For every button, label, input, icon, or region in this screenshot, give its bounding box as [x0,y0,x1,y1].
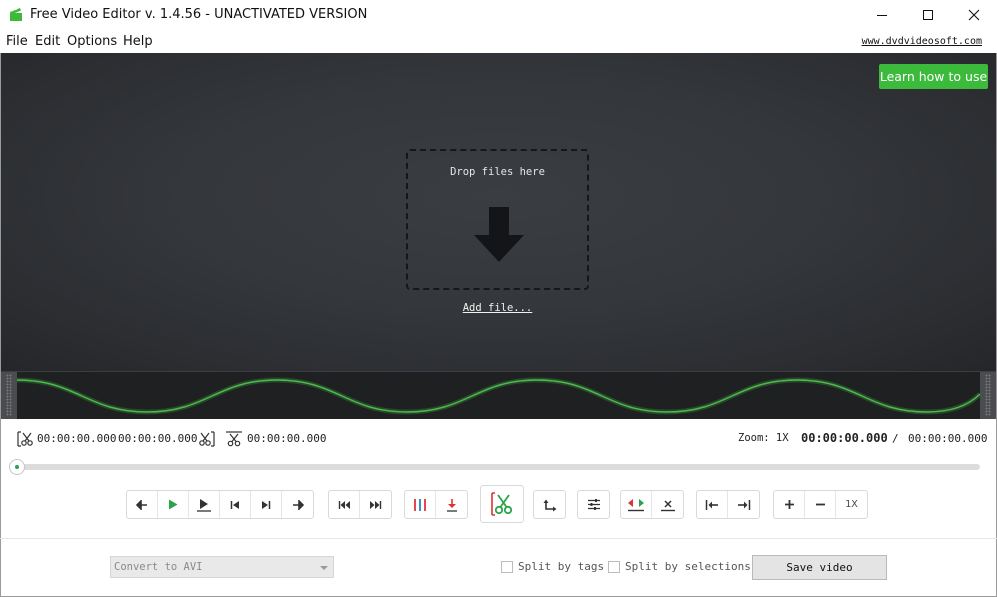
menu-help[interactable]: Help [123,34,153,49]
format-select[interactable]: Convert to AVI [110,556,334,578]
download-icon [446,498,457,512]
marker-controls [404,490,468,519]
zoom-in-button[interactable] [774,491,805,518]
minus-icon [815,503,825,506]
cut-length-icon [226,431,242,447]
zoom-reset-button[interactable]: 1X [836,491,867,518]
split-by-selections-option[interactable]: Split by selections [608,560,751,573]
menu-options[interactable]: Options [67,34,117,49]
play-selection-button[interactable] [189,491,220,518]
adjust-control [577,490,610,519]
play-selection-icon [197,498,211,512]
close-icon [968,9,980,21]
zoom-controls: 1X [773,490,868,519]
audio-controls [620,490,684,519]
close-button[interactable] [951,0,997,30]
timeline-slider-track[interactable] [16,464,980,470]
maximize-button[interactable] [905,0,951,30]
waveform-left-handle[interactable] [1,372,17,419]
download-marker-button[interactable] [436,491,467,518]
timeline-slider-thumb[interactable] [9,459,25,475]
go-to-end-button[interactable] [360,491,391,518]
time-separator: / [892,432,899,445]
time-row: 00:00:00.000 00:00:00.000 00:00:00.000 Z… [0,428,997,450]
window-title: Free Video Editor v. 1.4.56 - UNACTIVATE… [30,7,368,22]
trim-controls [696,490,760,519]
arrow-right-icon [292,499,304,510]
play-button[interactable] [158,491,189,518]
sliders-icon [587,499,600,510]
waveform-right-handle[interactable] [980,372,996,419]
step-forward-button[interactable] [282,491,313,518]
clapperboard-icon [10,8,22,21]
trim-end-button[interactable] [728,491,759,518]
waveform-strip[interactable] [1,371,996,419]
selection-start-icon[interactable] [16,430,34,448]
rewind-to-start-icon [338,500,350,509]
selection-end-icon[interactable] [198,430,216,448]
split-by-tags-option[interactable]: Split by tags [501,560,604,573]
total-time: 00:00:00.000 [908,432,988,445]
save-video-button[interactable]: Save video [752,555,887,580]
zoom-out-button[interactable] [805,491,836,518]
cut-button[interactable] [480,485,524,523]
go-to-start-button[interactable] [329,491,360,518]
format-select-value: Convert to AVI [114,561,203,573]
split-by-selections-label: Split by selections [625,560,751,573]
bottom-separator [0,538,997,539]
play-icon [169,499,178,510]
arrow-left-icon [136,499,147,510]
add-marker-button[interactable] [405,491,436,518]
title-bar: Free Video Editor v. 1.4.56 - UNACTIVATE… [0,0,997,30]
audio-track-icon [628,498,644,511]
rotate-icon [543,499,556,511]
rotate-control [533,490,566,519]
split-by-tags-label: Split by tags [518,560,605,573]
step-back-button[interactable] [127,491,158,518]
current-time: 00:00:00.000 [801,431,888,445]
remove-audio-icon [660,499,675,511]
menu-file[interactable]: File [6,34,28,49]
minimize-icon [877,15,887,16]
scissors-icon [491,492,513,516]
next-frame-button[interactable] [251,491,282,518]
remove-audio-button[interactable] [652,491,683,518]
cut-length-time: 00:00:00.000 [247,432,327,445]
preview-area[interactable]: Learn how to use Drop files here Add fil… [1,53,996,371]
selection-end-time: 00:00:00.000 [118,432,198,445]
minimize-button[interactable] [859,0,905,30]
trim-start-icon [705,499,718,510]
arrow-down-icon [474,207,524,262]
skip-previous-icon [230,500,239,509]
split-by-selections-checkbox[interactable] [608,560,620,573]
skip-next-icon [262,500,271,509]
waveform-graph [17,377,980,415]
markers-icon [414,498,426,511]
zoom-label: Zoom: 1X [738,432,789,444]
adjust-button[interactable] [578,491,609,518]
drop-zone[interactable]: Drop files here [406,149,589,290]
chevron-down-icon [320,566,328,570]
rotate-button[interactable] [534,491,565,518]
drop-files-text: Drop files here [450,166,545,178]
selection-start-time: 00:00:00.000 [37,432,117,445]
forward-to-end-icon [370,500,382,509]
add-file-link[interactable]: Add file... [406,302,589,314]
split-by-tags-checkbox[interactable] [501,560,513,573]
website-link[interactable]: www.dvdvideosoft.com [862,36,982,47]
learn-how-to-use-button[interactable]: Learn how to use [879,64,988,89]
trim-end-icon [737,499,750,510]
maximize-icon [923,10,933,20]
audio-track-button[interactable] [621,491,652,518]
menu-edit[interactable]: Edit [35,34,60,49]
plus-icon [784,500,794,509]
previous-frame-button[interactable] [220,491,251,518]
jump-controls [328,490,392,519]
menu-bar: File Edit Options Help www.dvdvideosoft.… [0,30,997,53]
trim-start-button[interactable] [697,491,728,518]
playback-controls [126,490,314,519]
